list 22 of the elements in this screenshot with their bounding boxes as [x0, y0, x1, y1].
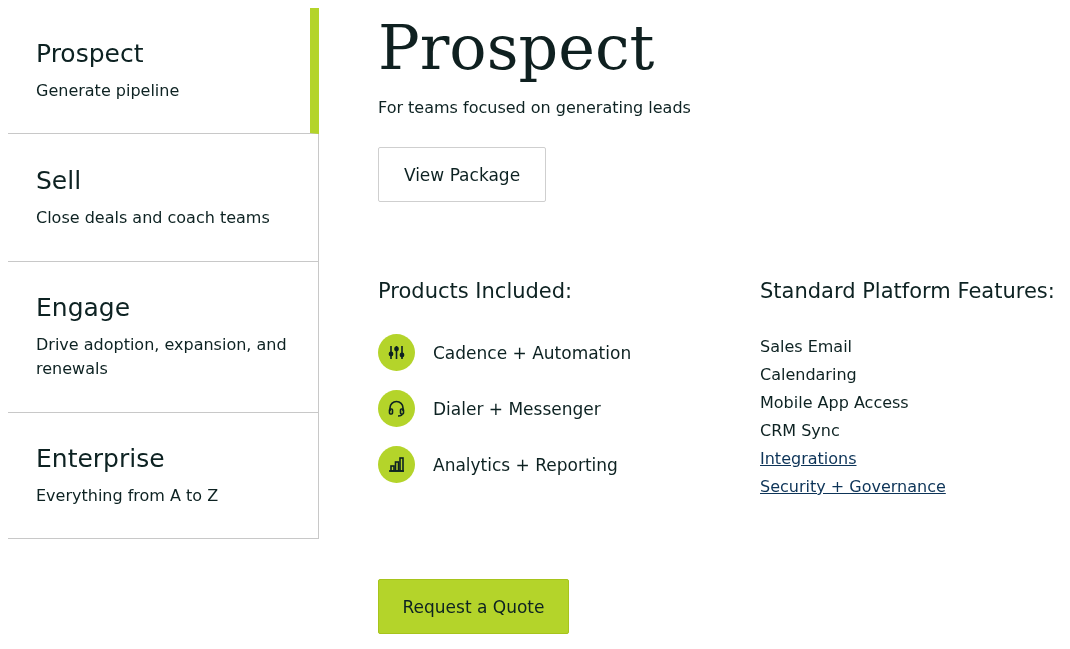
product-label: Cadence + Automation: [433, 342, 632, 363]
product-label: Dialer + Messenger: [433, 398, 601, 419]
tagline: For teams focused on generating leads: [378, 98, 691, 117]
feature-item: Mobile App Access: [760, 392, 909, 414]
tier-tab[interactable]: Prospect Generate pipeline: [8, 8, 319, 134]
page-title: Prospect: [378, 12, 655, 84]
section-heading: Products Included:: [378, 278, 574, 304]
headset-icon: [378, 390, 415, 427]
feature-item: CRM Sync: [760, 420, 840, 442]
section-heading: Standard Platform Features:: [760, 278, 1055, 304]
product-label: Analytics + Reporting: [433, 454, 618, 475]
tier-tab[interactable]: Sell Close deals and coach teams: [8, 134, 319, 262]
feature-item: Sales Email: [760, 336, 853, 358]
tier-tab[interactable]: Enterprise Everything from A to Z: [8, 413, 319, 539]
feature-link[interactable]: Security + Governance: [760, 473, 946, 501]
bar-chart-icon: [378, 446, 415, 483]
request-quote-button[interactable]: Request a Quote: [378, 579, 569, 634]
tier-tab[interactable]: Engage Drive adoption, expansion, and renewals: [8, 262, 319, 413]
view-package-button[interactable]: View Package: [378, 147, 546, 202]
feature-item: Calendaring: [760, 364, 857, 386]
sliders-icon: [378, 334, 415, 371]
feature-link[interactable]: Integrations: [760, 445, 857, 473]
